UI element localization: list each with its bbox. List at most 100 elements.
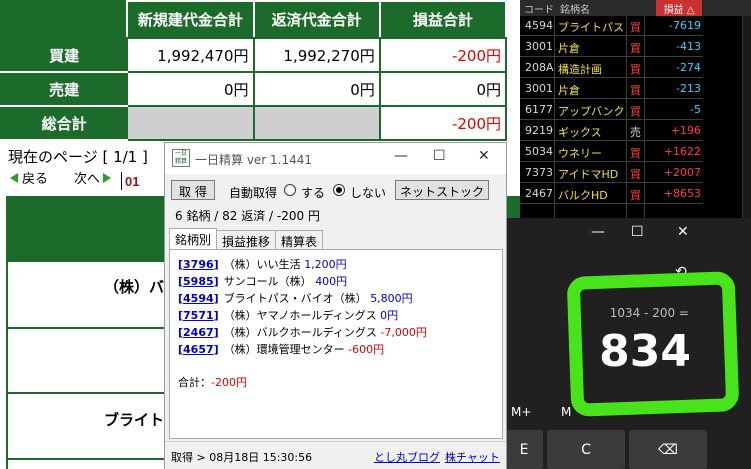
tab-settlement-table[interactable]: 精算表 — [275, 230, 324, 249]
back-link[interactable]: 戻る — [10, 168, 48, 187]
position-row[interactable]: 208A 構造計画 買 -274 — [520, 58, 703, 78]
grand-pl-total: -200円 — [378, 105, 508, 141]
total-value: -200円 — [211, 376, 247, 389]
position-row[interactable]: 9219 ギックス 売 +196 — [520, 121, 703, 141]
buy-new-total: 1,992,470円 — [126, 37, 255, 74]
row-label-buy: 買建 — [0, 37, 129, 74]
row-label-sell: 売建 — [0, 71, 129, 108]
stock-code-link[interactable]: 4594 — [183, 292, 214, 305]
detail-row-name-1: （株）バ — [104, 278, 165, 296]
stock-code-link[interactable]: 7571 — [183, 309, 214, 322]
summary-corner — [0, 0, 129, 40]
header-pl-sort[interactable]: 損益 △ — [656, 0, 702, 16]
stock-pl-value: -7,000円 — [380, 326, 427, 339]
popup-minimize-button[interactable]: — — [394, 148, 408, 164]
position-side: 買 — [630, 189, 641, 202]
stock-pl-value: 5,800円 — [370, 292, 413, 305]
position-list-panel: コード 銘柄名 損益 △ 4594 ブライトパス買 -7619 3001 片倉買 -413… — [520, 0, 751, 240]
popup-close-button[interactable]: ✕ — [478, 148, 490, 164]
bracket: ] — [213, 275, 219, 288]
sell-new-total: 0円 — [126, 71, 255, 108]
stock-code-link[interactable]: 5985 — [183, 275, 214, 288]
sell-pl-total: 0円 — [378, 71, 508, 108]
stock-code-link[interactable]: 2467 — [183, 326, 214, 339]
page-number-input[interactable] — [121, 172, 151, 190]
position-pl: -5 — [690, 103, 701, 116]
position-code: 3001 — [525, 40, 553, 53]
page-indicator: 現在のページ [ 1/1 ] — [8, 148, 148, 166]
position-code: 3001 — [525, 82, 553, 95]
stock-pl-value: 400円 — [315, 275, 348, 288]
stock-pl-item: [7571] （株）ヤマノホールディングス 0円 — [178, 307, 398, 323]
netstock-button[interactable]: ネットストック — [395, 180, 490, 200]
stock-name: （株）ヤマノホールディングス — [223, 309, 377, 322]
stock-pl-item: [4594] ブライトパス・バイオ（株） 5,800円 — [178, 290, 413, 306]
auto-fetch-off-label: しない — [350, 186, 387, 200]
position-row[interactable]: 4594 ブライトパス買 -7619 — [520, 16, 703, 36]
bracket: ] — [213, 292, 219, 305]
blog-link[interactable]: とし丸ブログ — [374, 449, 440, 465]
position-side: 買 — [630, 84, 641, 97]
column-divider — [644, 16, 645, 240]
next-link[interactable]: 次へ — [74, 168, 112, 187]
position-code: 208A — [525, 61, 554, 74]
detail-header-cell — [6, 196, 168, 260]
stock-code-link[interactable]: 3796 — [183, 258, 214, 271]
chat-link[interactable]: 株チャット — [445, 449, 500, 465]
highlight-annotation — [566, 271, 740, 417]
buy-close-total: 1,992,270円 — [252, 37, 381, 74]
stock-code-link[interactable]: 4657 — [183, 343, 214, 356]
popup-titlebar: 一日精算 一日精算 ver 1.1441 — ☐ ✕ — [165, 143, 506, 174]
back-label: 戻る — [22, 172, 49, 187]
position-row[interactable]: 6177 アップバンク買 -5 — [520, 100, 703, 120]
backspace-button[interactable]: ⌫ — [629, 430, 707, 469]
left-arrow-icon — [10, 173, 18, 183]
stock-pl-item: [3796] （株）いい生活 1,200円 — [178, 256, 347, 272]
tab-pl-trend[interactable]: 損益推移 — [216, 230, 277, 249]
stock-pl-value: 0円 — [380, 309, 399, 322]
table-border — [6, 392, 166, 394]
list-scrollbar[interactable] — [742, 16, 751, 240]
position-row[interactable]: 3001 片倉 買 -413 — [520, 37, 703, 57]
header-code: コード — [524, 5, 554, 16]
detail-row-name-3: ブライト — [104, 411, 165, 429]
position-code: 5034 — [525, 145, 553, 158]
position-side: 買 — [630, 147, 641, 160]
memory-subtract-button[interactable]: M — [561, 405, 571, 419]
popup-maximize-button[interactable]: ☐ — [433, 148, 446, 164]
position-pl: +8653 — [663, 187, 701, 200]
position-list-header: コード 銘柄名 損益 △ — [520, 0, 751, 16]
position-code: 4594 — [525, 19, 553, 32]
position-side: 買 — [630, 168, 641, 181]
auto-fetch-on-radio[interactable] — [284, 184, 296, 196]
column-divider — [554, 16, 555, 240]
position-code: 7373 — [525, 166, 553, 179]
auto-fetch-off-radio[interactable] — [333, 184, 345, 196]
position-row[interactable]: 3001 片倉 買 -213 — [520, 79, 703, 99]
position-side: 買 — [630, 42, 641, 55]
stock-pl-item: [2467] （株）バルクホールディングス -7,000円 — [178, 324, 427, 340]
bracket: ] — [213, 309, 219, 322]
fetch-button[interactable]: 取 得 — [171, 180, 215, 200]
calc-close-button[interactable]: ✕ — [677, 224, 689, 240]
position-name: ギックス — [558, 126, 602, 139]
calc-maximize-button[interactable]: ☐ — [631, 224, 644, 240]
stock-pl-value: -600円 — [348, 343, 385, 356]
position-row[interactable]: 7373 アイドマHD 買 +2007 — [520, 163, 703, 183]
summary-table: 新規建代金合計 返済代金合計 損益合計 買建 1,992,470円 1,992,… — [0, 0, 508, 141]
clear-button[interactable]: C — [547, 430, 625, 469]
position-code: 6177 — [525, 103, 553, 116]
tab-by-stock[interactable]: 銘柄別 — [169, 228, 218, 249]
grand-new-total — [126, 105, 255, 141]
calc-minimize-button[interactable]: — — [591, 224, 605, 240]
position-name: 構造計画 — [558, 63, 602, 76]
stock-name: （株）環境管理センター — [223, 343, 345, 356]
memory-add-button[interactable]: M+ — [511, 405, 531, 419]
position-row[interactable]: 2467 バルクHD 買 +8653 — [520, 184, 703, 204]
clear-entry-button[interactable]: E — [505, 430, 543, 469]
position-pl: +2007 — [663, 166, 701, 179]
position-row[interactable]: 5034 ウネリー 買 +1622 — [520, 142, 703, 162]
app-logo-icon: 一日精算 — [172, 149, 190, 167]
position-name: 片倉 — [558, 84, 580, 97]
table-border — [6, 327, 166, 329]
